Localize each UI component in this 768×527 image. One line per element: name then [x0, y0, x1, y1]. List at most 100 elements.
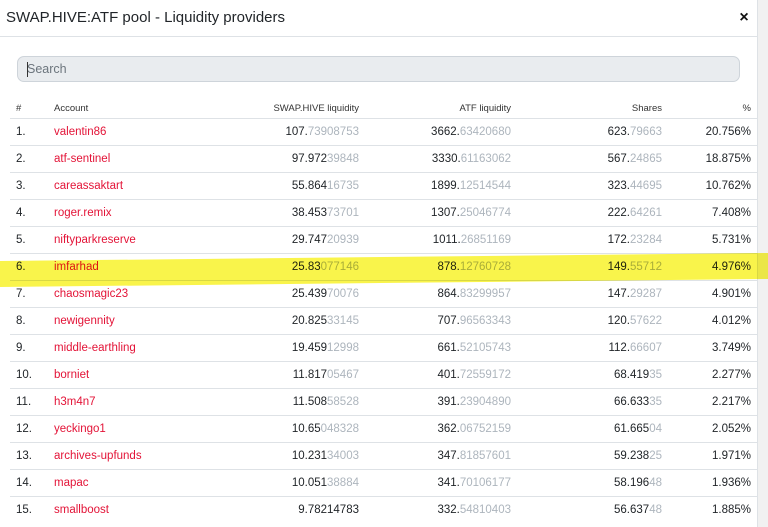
account-link[interactable]: borniet	[54, 369, 89, 381]
value-faint-digits: 64261	[630, 207, 662, 219]
value-main: 1899.	[431, 180, 460, 192]
rank-text: 3.	[16, 180, 26, 192]
account-link[interactable]: middle-earthling	[54, 342, 136, 354]
swap-hive-liquidity-cell: 107.73908753	[188, 118, 365, 146]
account-link[interactable]: mapac	[54, 477, 89, 489]
shares-cell: 323.44695	[517, 172, 668, 200]
account-cell: middle-earthling	[48, 334, 188, 362]
table-row: 5. niftyparkreserve 29.74720939 1011.268511…	[10, 226, 757, 254]
account-link[interactable]: valentin86	[54, 126, 106, 138]
account-link[interactable]: h3m4n7	[54, 396, 96, 408]
value-main: 147.	[607, 288, 631, 300]
value-main: 172.	[607, 234, 631, 246]
atf-liquidity-cell: 347.81857601	[365, 442, 517, 470]
value-faint-digits: 26851169	[460, 234, 511, 246]
account-cell: h3m4n7	[48, 388, 188, 416]
table-row: 10. borniet 11.81705467 401.72559172 68.4193…	[10, 361, 757, 389]
table-row: 15. smallboost 9.78214783 332.54810403 56.63…	[10, 496, 757, 523]
account-link[interactable]: archives-upfunds	[54, 450, 142, 462]
column-header-rank: #	[16, 102, 22, 114]
atf-liquidity-cell: 362.06752159	[365, 415, 517, 443]
account-link[interactable]: roger.remix	[54, 207, 112, 219]
value-faint-digits: 79663	[630, 126, 662, 138]
account-cell: smallboost	[48, 496, 188, 523]
account-cell: newigennity	[48, 307, 188, 335]
account-link[interactable]: smallboost	[54, 504, 109, 516]
account-link[interactable]: newigennity	[54, 315, 115, 327]
value-main: 107.	[285, 126, 308, 138]
table-row: 4. roger.remix 38.45373701 1307.25046774 222…	[10, 199, 757, 227]
account-link[interactable]: atf-sentinel	[54, 153, 110, 165]
value-faint-digits: 12760728	[459, 261, 511, 273]
value-main: 1307.	[431, 207, 460, 219]
shares-cell: 567.24865	[517, 145, 668, 173]
rank-text: 1.	[16, 126, 26, 138]
value-faint-digits: 39848	[327, 153, 359, 165]
value-main: 59.238	[614, 450, 650, 462]
value-main: 3330.	[431, 153, 461, 165]
account-cell: imfarhad	[48, 253, 188, 281]
value-main: 120.	[607, 315, 631, 327]
value-main: 11.817	[292, 369, 328, 381]
table-row: 11. h3m4n7 11.50858528 391.23904890 66.63335…	[10, 388, 757, 416]
value-faint-digits: 52105743	[459, 342, 511, 354]
value-faint-digits: 72559172	[459, 369, 511, 381]
swap-hive-liquidity-cell: 38.45373701	[188, 199, 365, 227]
rank-cell: 3.	[10, 172, 48, 200]
value-faint-digits: 04	[649, 423, 662, 435]
column-header-atf-liquidity[interactable]: ATF liquidity	[365, 98, 517, 119]
account-link[interactable]: yeckingo1	[54, 423, 106, 435]
value-faint-digits: 48	[649, 504, 662, 516]
value-faint-digits: 81857601	[459, 450, 511, 462]
table-row: 6. imfarhad 25.83077146 878.12760728 149.557…	[10, 253, 757, 281]
value-faint-digits: 58528	[327, 396, 359, 408]
account-link[interactable]: careassaktart	[54, 180, 123, 192]
rank-text: 13.	[16, 450, 32, 462]
modal-title: SWAP.HIVE:ATF pool - Liquidity providers	[6, 9, 285, 26]
value-main: 10.051	[291, 477, 328, 489]
value-faint-digits: 23904890	[459, 396, 511, 408]
value-main: 11.508	[292, 396, 328, 408]
value-main: 661.	[437, 342, 460, 354]
liquidity-providers-modal: SWAP.HIVE:ATF pool - Liquidity providers…	[0, 0, 758, 527]
value-main: 9.78214783	[298, 504, 359, 516]
value-faint-digits: 63420680	[459, 126, 511, 138]
column-header-account[interactable]: Account	[48, 98, 188, 119]
rank-cell: 1.	[10, 118, 48, 146]
column-header-percent[interactable]: %	[668, 98, 757, 119]
account-link[interactable]: imfarhad	[54, 261, 99, 273]
percent-cell: 1.885%	[668, 496, 757, 523]
search-box[interactable]	[17, 56, 740, 82]
value-faint-digits: 33145	[327, 315, 359, 327]
value-faint-digits: 34003	[327, 450, 359, 462]
value-main: 10.65	[291, 423, 321, 435]
rank-text: 9.	[16, 342, 26, 354]
rank-cell: 10.	[10, 361, 48, 389]
value-main: 332.	[437, 504, 460, 516]
column-header-swap-hive-liquidity[interactable]: SWAP.HIVE liquidity	[188, 98, 365, 119]
rank-text: 12.	[16, 423, 32, 435]
close-icon[interactable]: ×	[734, 8, 754, 28]
percent-text: 4.901%	[711, 288, 751, 300]
shares-cell: 149.55712	[517, 253, 668, 281]
value-main: 38.453	[291, 207, 328, 219]
shares-cell: 68.41935	[517, 361, 668, 389]
value-main: 68.419	[614, 369, 650, 381]
search-input[interactable]	[18, 57, 739, 81]
percent-text: 7.408%	[711, 207, 751, 219]
account-cell: roger.remix	[48, 199, 188, 227]
rank-text: 15.	[16, 504, 32, 516]
table-row: 9. middle-earthling 19.45912998 661.5210574…	[10, 334, 757, 362]
percent-text: 10.762%	[705, 180, 751, 192]
account-link[interactable]: chaosmagic23	[54, 288, 128, 300]
value-faint-digits: 48	[649, 477, 662, 489]
atf-liquidity-cell: 3330.61163062	[365, 145, 517, 173]
atf-liquidity-cell: 661.52105743	[365, 334, 517, 362]
rank-cell: 5.	[10, 226, 48, 254]
rank-cell: 12.	[10, 415, 48, 443]
value-main: 149.	[607, 261, 631, 273]
account-link[interactable]: niftyparkreserve	[54, 234, 136, 246]
column-header-shares[interactable]: Shares	[517, 98, 668, 119]
percent-text: 2.052%	[711, 423, 751, 435]
text-cursor	[27, 62, 28, 77]
